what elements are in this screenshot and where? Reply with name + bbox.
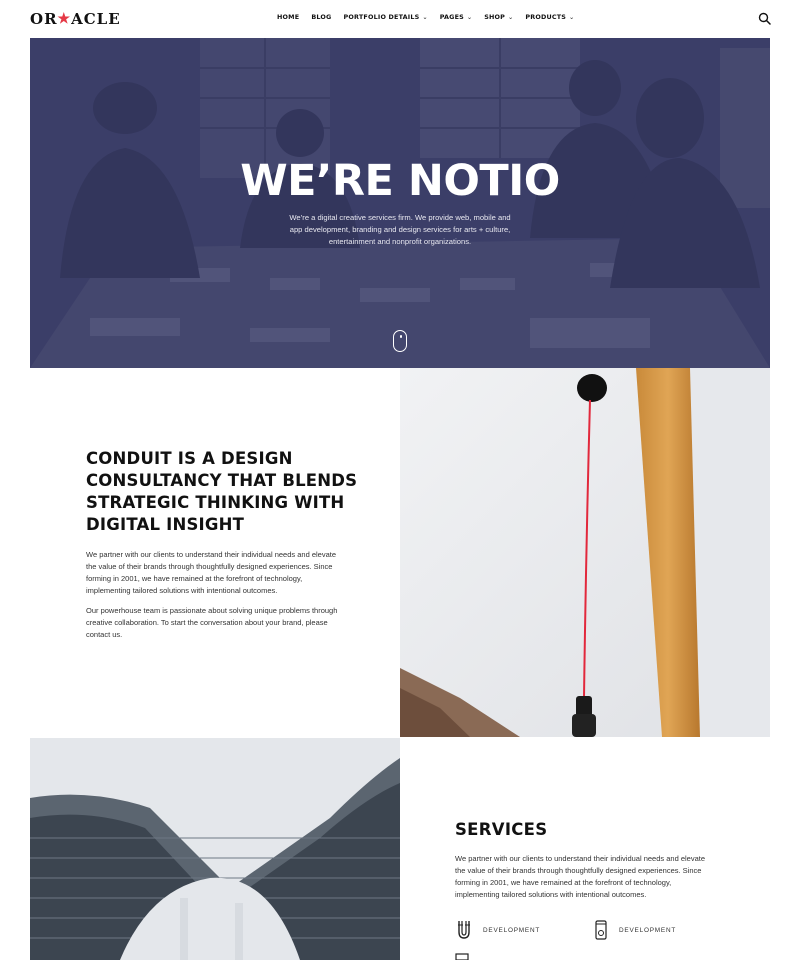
service-item[interactable]: DEVELOPMENT	[457, 920, 540, 940]
nav-label: PORTFOLIO DETAILS	[343, 13, 420, 21]
wall-lamp-illustration	[400, 368, 770, 737]
site-header: OR ★ ACLE HOME BLOG PORTFOLIO DETAILS ⌄ PAG…	[0, 0, 795, 38]
intro-paragraph: Our powerhouse team is passionate about …	[86, 606, 338, 639]
nav-item-portfolio-details[interactable]: PORTFOLIO DETAILS ⌄	[344, 13, 428, 21]
nav-item-products[interactable]: PRODUCTS ⌄	[525, 13, 574, 21]
hero-banner: WE’RE NOTIO We’re a digital creative ser…	[30, 38, 770, 368]
magnet-icon	[458, 921, 470, 939]
hero-title: WE’RE NOTIO	[240, 156, 560, 206]
building-illustration	[30, 738, 400, 960]
partial-service-icon	[455, 953, 469, 960]
logo-text-start: OR	[30, 10, 58, 28]
nav-label: SHOP	[484, 13, 506, 21]
nav-label: PRODUCTS	[525, 13, 567, 21]
services-section: SERVICES We partner with our clients to …	[455, 820, 725, 960]
logo-star-icon: ★	[57, 11, 72, 27]
services-heading: SERVICES	[455, 820, 548, 839]
logo-text-end: ACLE	[71, 10, 121, 28]
intro-section: CONDUIT IS A DESIGN CONSULTANCY THAT BLE…	[86, 448, 366, 641]
nav-label: HOME	[277, 13, 300, 21]
service-item[interactable]: DEVELOPMENT	[595, 920, 676, 940]
main-nav: HOME BLOG PORTFOLIO DETAILS ⌄ PAGES ⌄ SHOP…	[277, 13, 586, 21]
service-label: DEVELOPMENT	[619, 926, 677, 934]
chevron-down-icon: ⌄	[422, 13, 428, 21]
scroll-dot	[399, 335, 402, 338]
nav-label: PAGES	[439, 13, 464, 21]
nav-item-pages[interactable]: PAGES ⌄	[440, 13, 473, 21]
service-label: DEVELOPMENT	[483, 926, 541, 934]
device-icon	[595, 920, 607, 940]
chevron-down-icon: ⌄	[466, 13, 473, 21]
wall-lamp-image	[400, 368, 770, 737]
nav-item-home[interactable]: HOME	[277, 13, 299, 21]
hero-subtitle: We’re a digital creative services firm. …	[289, 213, 511, 246]
nav-item-shop[interactable]: SHOP ⌄	[484, 13, 513, 21]
building-image	[30, 738, 400, 960]
scroll-down-indicator[interactable]	[393, 330, 407, 352]
intro-heading: CONDUIT IS A DESIGN CONSULTANCY THAT BLE…	[86, 449, 358, 534]
chevron-down-icon: ⌄	[508, 13, 514, 21]
logo[interactable]: OR ★ ACLE	[30, 9, 121, 29]
search-icon[interactable]	[758, 12, 771, 25]
nav-item-blog[interactable]: BLOG	[311, 13, 331, 21]
intro-paragraph: We partner with our clients to understan…	[86, 550, 337, 595]
nav-label: BLOG	[311, 13, 332, 21]
chevron-down-icon: ⌄	[569, 13, 575, 21]
services-paragraph: We partner with our clients to understan…	[455, 854, 706, 899]
